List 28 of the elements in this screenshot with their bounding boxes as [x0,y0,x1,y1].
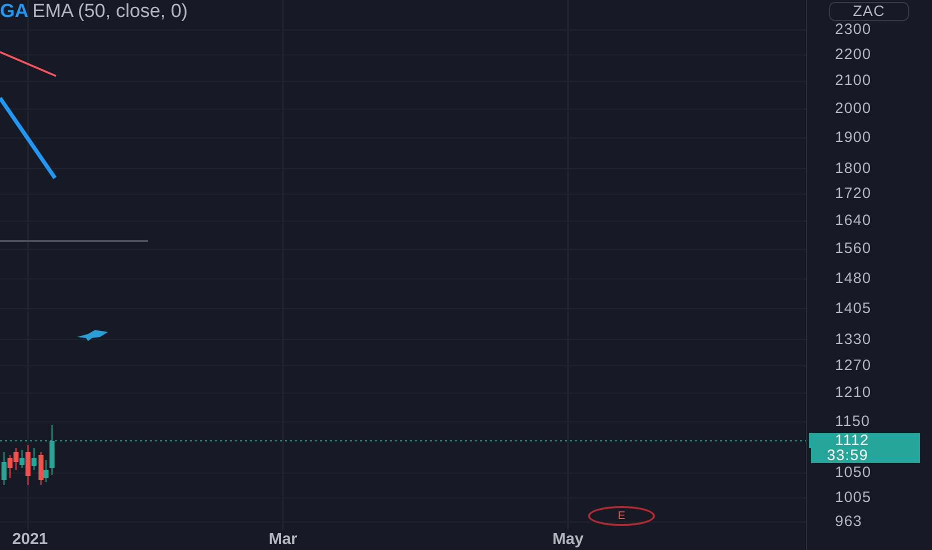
currency-badge[interactable]: ZAC [829,2,909,21]
price-axis-label: 1900 [835,130,872,146]
symbol-label: GA [0,0,28,24]
price-axis-label: 2300 [835,22,872,38]
last-price-badge: 1112 [809,432,920,448]
price-axis-label: 1150 [835,414,870,430]
earnings-marker[interactable]: E [588,506,655,526]
price-axis-label: 1720 [835,186,872,202]
price-axis-label: 2200 [835,47,872,64]
price-axis-label: 1405 [835,300,872,317]
time-axis-label: May [552,530,584,550]
time-axis-label: Mar [268,530,298,550]
price-axis-label: 1330 [835,332,872,348]
price-axis-label: 1210 [835,384,872,401]
indicator-label: EMA (50, close, 0) [32,0,188,24]
price-axis-label: 1270 [835,358,872,374]
trend-line [0,51,56,77]
price-axis-label: 1050 [835,465,872,482]
countdown-badge: 33:59 [811,448,920,463]
time-axis-label: 2021 [12,530,48,550]
price-axis-label: 2000 [835,100,872,117]
price-axis-label: 2100 [835,73,872,90]
price-axis-label: 963 [835,514,862,530]
price-axis-label: 1640 [835,213,872,230]
price-axis-label: 1560 [835,241,872,258]
price-axis-label: 1005 [835,490,872,506]
price-axis-label: 1480 [835,271,872,288]
price-axis-label: 1800 [835,160,872,177]
